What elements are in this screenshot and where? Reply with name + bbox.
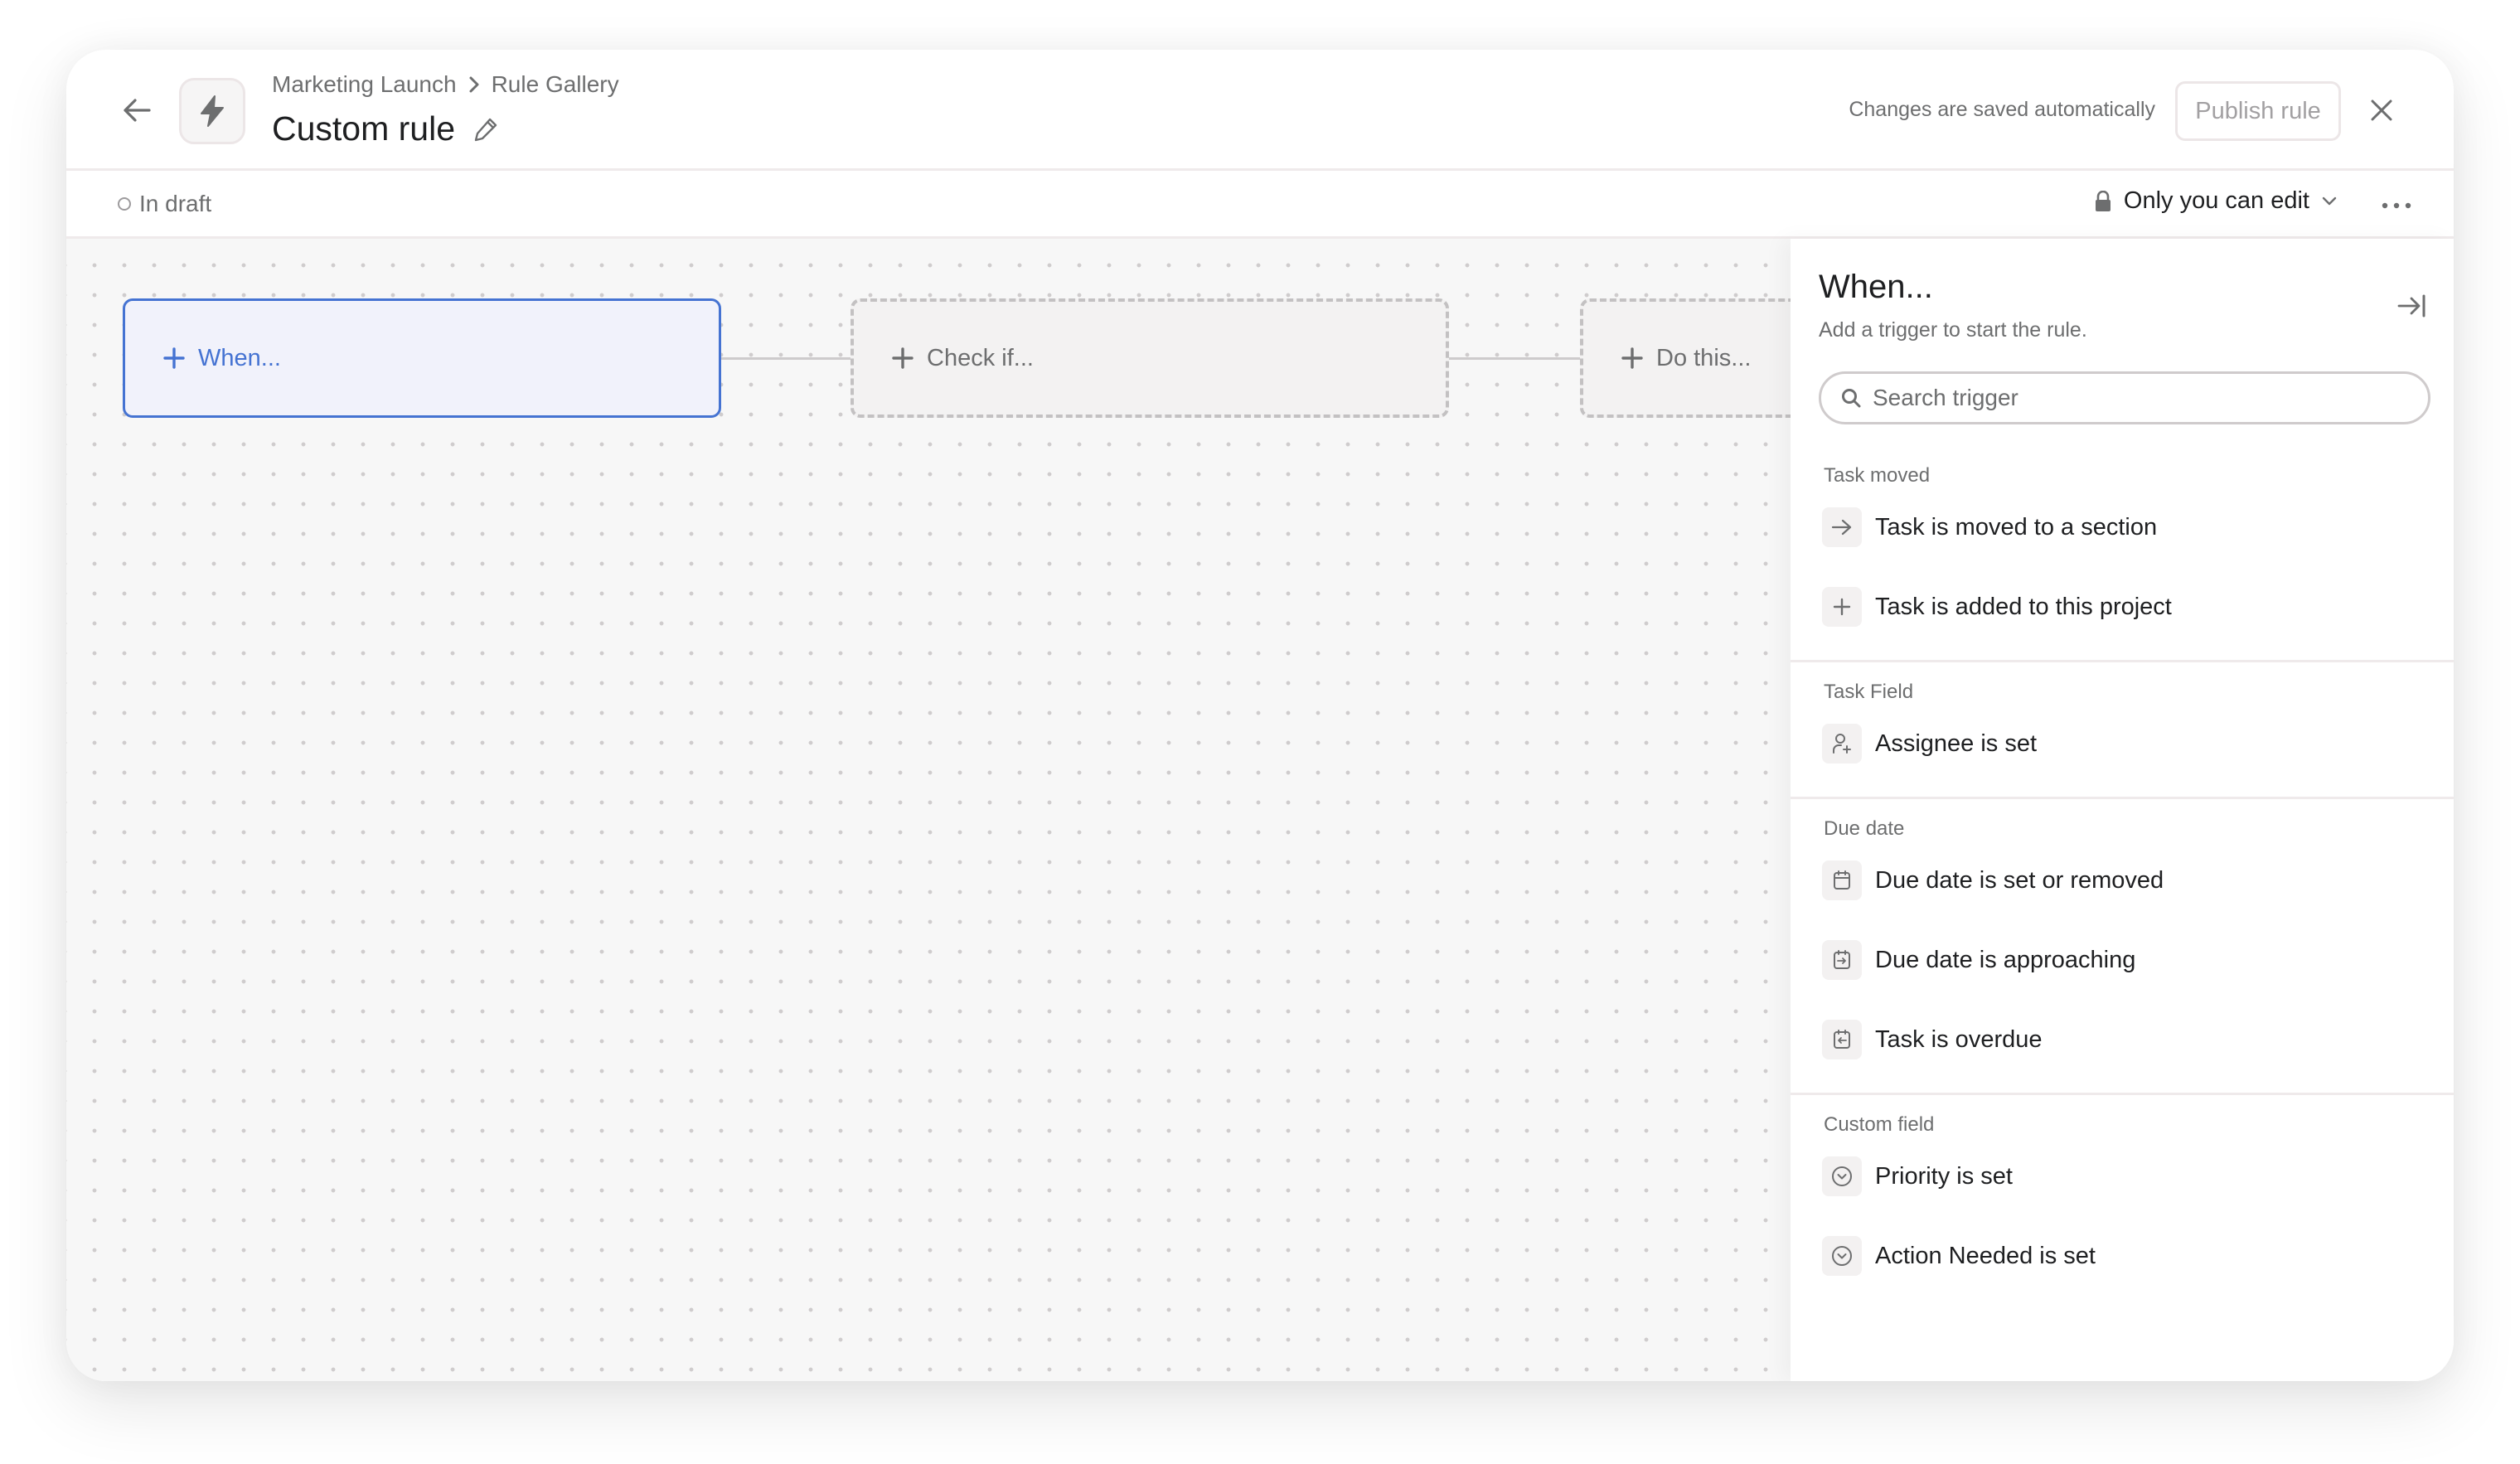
section-label: Custom field: [1824, 1113, 1935, 1136]
trigger-item-label: Task is moved to a section: [1875, 513, 2158, 541]
toolbar: In draft Only you can edit: [66, 171, 2454, 239]
rule-canvas[interactable]: When... Check if... Do this...: [66, 239, 2178, 1381]
plus-icon: [892, 347, 914, 369]
lock-icon: [2095, 190, 2110, 211]
chevron-right-icon: [468, 75, 480, 94]
when-node[interactable]: When...: [123, 298, 721, 418]
arrow-right-icon: [1822, 507, 1862, 547]
user-plus-icon: [1822, 724, 1862, 764]
header: Marketing Launch Rule Gallery Custom rul…: [66, 50, 2454, 171]
title-row: Custom rule: [272, 109, 498, 148]
status-badge: In draft: [118, 191, 211, 217]
breadcrumb-rule-gallery[interactable]: Rule Gallery: [492, 71, 619, 98]
plus-icon: [163, 347, 185, 369]
trigger-item[interactable]: Priority is set: [1791, 1156, 2454, 1196]
when-node-label: When...: [198, 344, 281, 371]
rule-icon: [179, 78, 245, 144]
search-icon: [1842, 389, 1861, 408]
lightning-icon: [201, 95, 224, 127]
permission-dropdown[interactable]: Only you can edit: [2094, 187, 2338, 215]
trigger-item[interactable]: Task is added to this project: [1791, 587, 2454, 627]
trigger-item-label: Due date is approaching: [1875, 946, 2136, 973]
trigger-item-label: Task is overdue: [1875, 1025, 2043, 1053]
section-label: Due date: [1824, 817, 1905, 840]
trigger-item-label: Assignee is set: [1875, 730, 2038, 757]
trigger-item-label: Action Needed is set: [1875, 1242, 2096, 1269]
trigger-item[interactable]: Task is overdue: [1791, 1020, 2454, 1059]
back-button[interactable]: [116, 90, 158, 131]
trigger-sections: Task moved Task is moved to a section Ta…: [1791, 446, 2454, 1309]
calendar-icon: [1822, 860, 1862, 900]
trigger-item[interactable]: Action Needed is set: [1791, 1236, 2454, 1276]
trigger-item-label: Task is added to this project: [1875, 593, 2172, 620]
rule-editor-window: Marketing Launch Rule Gallery Custom rul…: [66, 50, 2454, 1381]
page-title: Custom rule: [272, 109, 456, 148]
close-icon: [2371, 99, 2392, 121]
status-label: In draft: [139, 191, 212, 216]
collapse-panel-button[interactable]: [2392, 287, 2430, 325]
section-task-field: Task Field Assignee is set: [1791, 662, 2454, 799]
plus-icon: [1822, 587, 1862, 627]
panel-subtitle: Add a trigger to start the rule.: [1819, 318, 2087, 342]
close-button[interactable]: [2361, 90, 2402, 131]
search-trigger-field[interactable]: [1819, 371, 2430, 424]
trigger-item[interactable]: Assignee is set: [1791, 724, 2454, 764]
section-label: Task moved: [1824, 464, 1931, 487]
check-if-node-label: Check if...: [927, 344, 1034, 371]
breadcrumb-project[interactable]: Marketing Launch: [272, 71, 457, 98]
panel-title: When...: [1819, 269, 1933, 305]
circle-chevron-down-icon: [1822, 1236, 1862, 1276]
calendar-arrow-left-icon: [1822, 1020, 1862, 1059]
trigger-item-label: Due date is set or removed: [1875, 866, 2164, 894]
trigger-item[interactable]: Due date is approaching: [1791, 940, 2454, 980]
more-options-button[interactable]: [2376, 189, 2417, 222]
more-horizontal-icon: [2382, 202, 2411, 209]
trigger-item[interactable]: Task is moved to a section: [1791, 507, 2454, 547]
arrow-left-icon: [124, 99, 151, 122]
chevron-down-icon: [2322, 196, 2337, 205]
autosave-note: Changes are saved automatically: [1849, 98, 2155, 121]
pencil-icon: [474, 118, 497, 141]
publish-rule-button[interactable]: Publish rule: [2175, 81, 2341, 141]
status-dot-icon: [118, 197, 131, 211]
check-if-node[interactable]: Check if...: [850, 298, 1449, 418]
do-this-node-label: Do this...: [1656, 344, 1752, 371]
section-label: Task Field: [1824, 681, 1914, 703]
trigger-panel: When... Add a trigger to start the rule.…: [1791, 239, 2454, 1381]
plus-icon: [1621, 347, 1643, 369]
collapse-right-icon: [2397, 294, 2426, 318]
trigger-item[interactable]: Due date is set or removed: [1791, 860, 2454, 900]
trigger-item-label: Priority is set: [1875, 1162, 2013, 1190]
breadcrumb: Marketing Launch Rule Gallery: [272, 71, 619, 98]
section-custom-field: Custom field Priority is set Action Need…: [1791, 1095, 2454, 1309]
search-trigger-input[interactable]: [1873, 385, 2403, 411]
circle-chevron-down-icon: [1822, 1156, 1862, 1196]
connector-line: [721, 357, 850, 360]
permission-label: Only you can edit: [2123, 187, 2309, 214]
connector-line: [1449, 357, 1580, 360]
edit-title-button[interactable]: [473, 117, 498, 142]
section-task-moved: Task moved Task is moved to a section Ta…: [1791, 446, 2454, 662]
section-due-date: Due date Due date is set or removed Due …: [1791, 799, 2454, 1095]
calendar-arrow-right-icon: [1822, 940, 1862, 980]
